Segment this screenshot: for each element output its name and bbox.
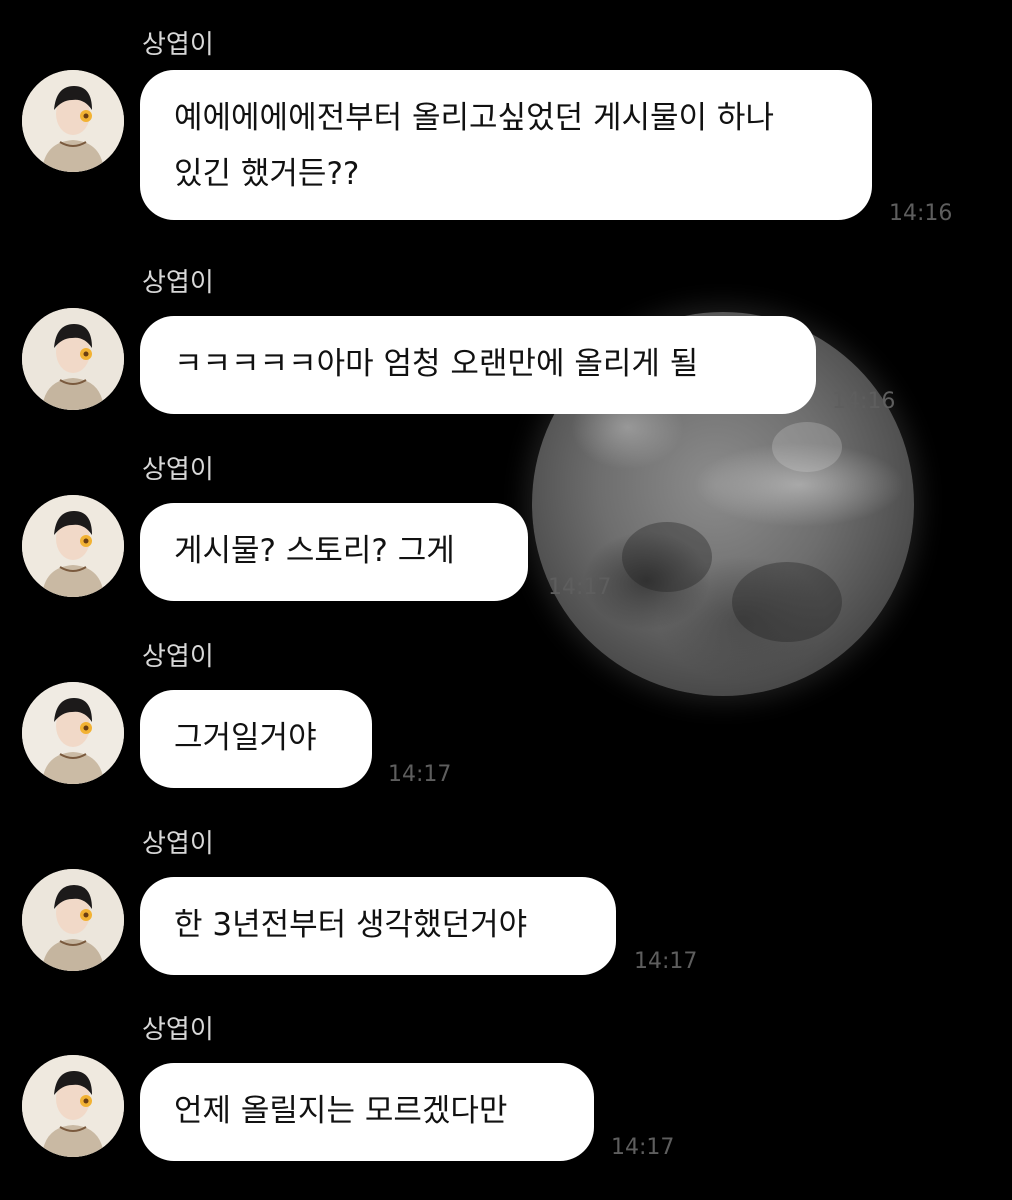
sender-name: 상엽이 — [142, 642, 214, 672]
message-bubble[interactable]: ㅋㅋㅋㅋㅋ아마 엄청 오랜만에 올리게 될 — [140, 316, 816, 414]
message-row: 상엽이 한 3년전부터 생각했던거야 14:17 — [0, 827, 1012, 977]
sender-name: 상엽이 — [142, 30, 214, 60]
sender-name: 상엽이 — [142, 829, 214, 859]
profile-photo — [22, 1055, 124, 1157]
avatar[interactable] — [22, 869, 124, 971]
message-timestamp: 14:17 — [388, 762, 452, 787]
message-timestamp: 14:17 — [611, 1135, 675, 1160]
profile-photo — [22, 682, 124, 784]
profile-photo — [22, 495, 124, 597]
sender-name: 상엽이 — [142, 268, 214, 298]
message-timestamp: 14:16 — [889, 201, 953, 226]
avatar[interactable] — [22, 70, 124, 172]
sender-name: 상엽이 — [142, 1015, 214, 1045]
message-bubble[interactable]: 예에에에에전부터 올리고싶었던 게시물이 하나 있긴 했거든?? — [140, 70, 872, 220]
message-timestamp: 14:17 — [634, 949, 698, 974]
message-bubble[interactable]: 언제 올릴지는 모르겠다만 — [140, 1063, 594, 1161]
profile-photo — [22, 308, 124, 410]
message-row: 상엽이 언제 올릴지는 모르겠다만 14:17 — [0, 1013, 1012, 1163]
avatar[interactable] — [22, 1055, 124, 1157]
avatar[interactable] — [22, 308, 124, 410]
message-bubble[interactable]: 게시물? 스토리? 그게 — [140, 503, 528, 601]
avatar[interactable] — [22, 682, 124, 784]
message-row: 상엽이 게시물? 스토리? 그게 14:17 — [0, 453, 1012, 603]
message-timestamp: 14:16 — [832, 389, 896, 414]
avatar[interactable] — [22, 495, 124, 597]
message-bubble[interactable]: 그거일거야 — [140, 690, 372, 788]
profile-photo — [22, 70, 124, 172]
message-row: 상엽이 그거일거야 14:17 — [0, 640, 1012, 790]
message-bubble[interactable]: 한 3년전부터 생각했던거야 — [140, 877, 616, 975]
message-row: 상엽이 예에에에에전부터 올리고싶었던 게시물이 하나 있긴 했거든?? 14:… — [0, 28, 1012, 234]
message-row: 상엽이 ㅋㅋㅋㅋㅋ아마 엄청 오랜만에 올리게 될 14:16 — [0, 266, 1012, 416]
sender-name: 상엽이 — [142, 455, 214, 485]
message-timestamp: 14:17 — [548, 575, 612, 600]
profile-photo — [22, 869, 124, 971]
